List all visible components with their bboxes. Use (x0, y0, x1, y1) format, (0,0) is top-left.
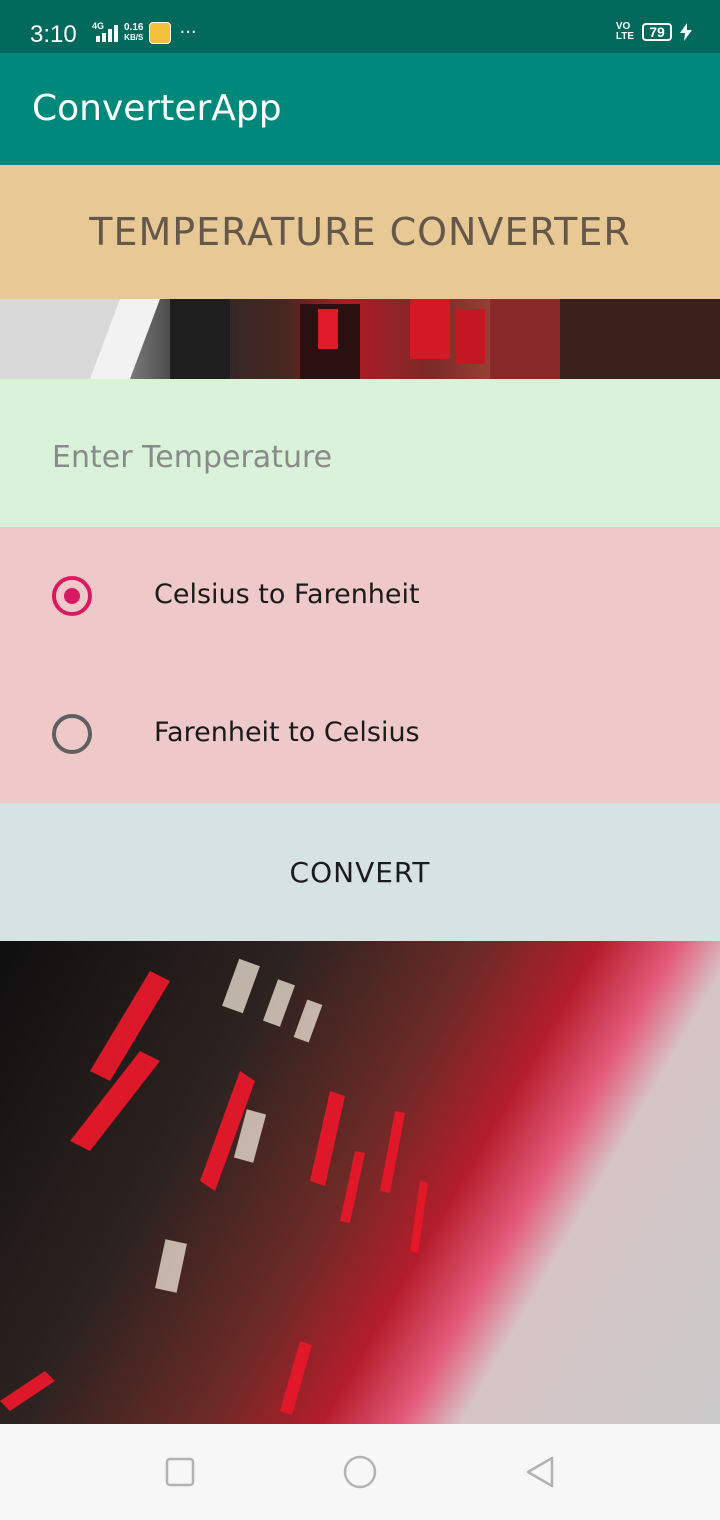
notification-app-icon (149, 22, 172, 44)
home-icon[interactable] (342, 1454, 378, 1490)
signal-icon: 4G (88, 22, 118, 42)
led-display-graphic (0, 958, 428, 1415)
radio-unchecked-icon[interactable] (52, 714, 92, 754)
status-network: 4G 0.16 KB/S ··· (88, 22, 197, 44)
temperature-input-area (0, 379, 720, 527)
overflow-icon: ··· (179, 22, 197, 43)
status-right: VO LTE 79 (616, 22, 692, 42)
volte-icon: VO LTE (616, 22, 634, 42)
convert-button[interactable]: CONVERT (0, 803, 720, 941)
status-bar: 3:10 4G 0.16 KB/S ··· VO LTE 79 (0, 0, 720, 53)
radio-option-f-to-c[interactable]: Farenheit to Celsius (0, 665, 720, 803)
app-title: ConverterApp (32, 88, 282, 129)
recent-apps-icon[interactable] (162, 1454, 198, 1490)
led-display-image-strip (0, 299, 720, 379)
radio-label-f-to-c: Farenheit to Celsius (154, 717, 420, 748)
radio-checked-icon[interactable] (52, 576, 92, 616)
signal-bars-icon (96, 25, 118, 42)
radio-option-c-to-f[interactable]: Celsius to Farenheit (0, 527, 720, 665)
navigation-bar (0, 1424, 720, 1520)
volte-line-2: LTE (615, 31, 634, 42)
radio-label-c-to-f: Celsius to Farenheit (154, 579, 420, 610)
conversion-radio-group: Celsius to Farenheit Farenheit to Celsiu… (0, 527, 720, 803)
network-speed: 0.16 KB/S (124, 23, 143, 43)
convert-button-label: CONVERT (289, 855, 431, 889)
speed-unit: KB/S (124, 33, 144, 42)
temperature-input[interactable] (50, 429, 654, 485)
app-bar: ConverterApp (0, 53, 720, 165)
led-strip-graphic (0, 299, 720, 379)
charging-icon (680, 23, 692, 41)
converter-title: TEMPERATURE CONVERTER (89, 210, 631, 254)
speed-value: 0.16 (124, 22, 144, 33)
back-icon[interactable] (522, 1454, 558, 1490)
led-display-image (0, 941, 720, 1424)
status-time: 3:10 (30, 21, 77, 48)
converter-header: TEMPERATURE CONVERTER (0, 165, 720, 299)
battery-icon: 79 (642, 23, 672, 41)
